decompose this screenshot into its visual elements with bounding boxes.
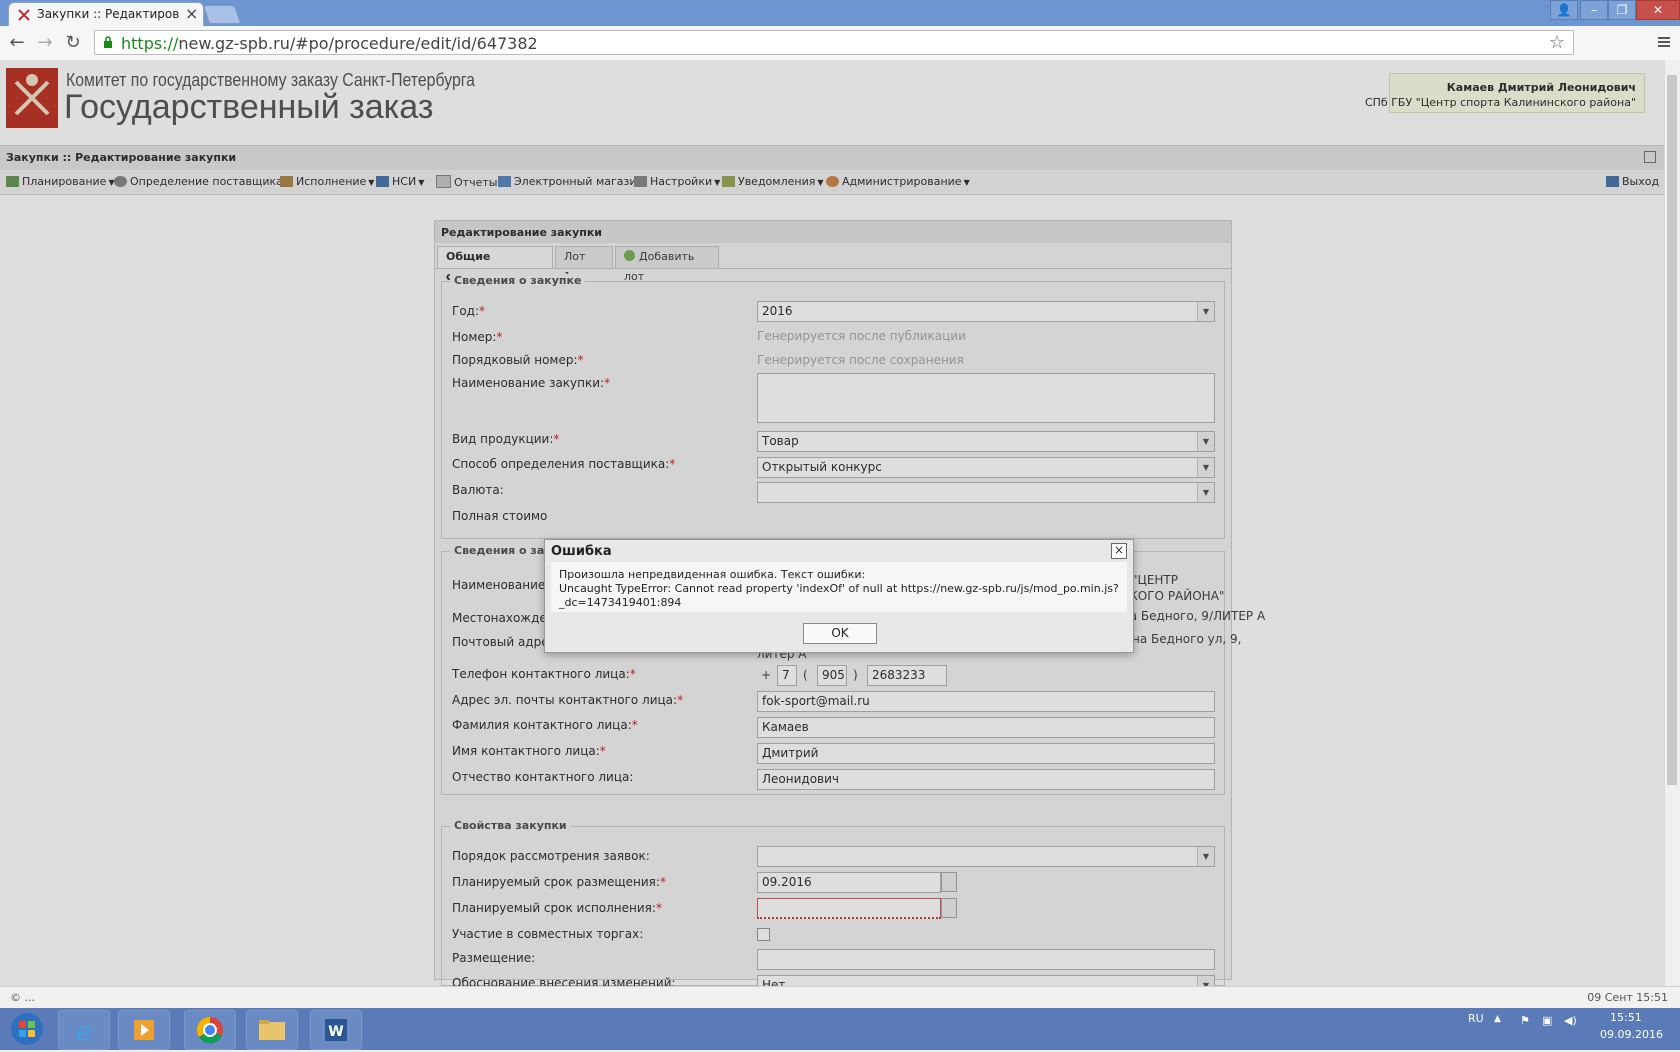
network-icon[interactable]: ▣ [1542,1014,1552,1027]
url-scheme: https:// [121,34,179,53]
browser-tab[interactable]: Закупки :: Редактирован × [8,2,204,26]
bookmark-star-icon[interactable]: ☆ [1549,32,1565,53]
explorer-taskbar-button[interactable] [246,1010,298,1050]
error-dialog: Ошибка × Произошла непредвиденная ошибка… [544,539,1134,653]
web-page: Комитет по государственному заказу Санкт… [0,60,1664,986]
close-window-button[interactable]: ✕ [1636,0,1680,20]
error-line-1: Произошла непредвиденная ошибка. Текст о… [559,568,866,581]
forward-arrow-icon[interactable]: → [34,32,56,54]
word-taskbar-button[interactable]: W [310,1010,362,1050]
page-favicon-icon [18,9,30,21]
clock-time[interactable]: 15:51 [1610,1011,1642,1024]
tab-close-icon[interactable]: × [185,4,198,23]
address-bar[interactable]: https://new.gz-spb.ru/#po/procedure/edit… [94,30,1574,55]
browser-menu-icon[interactable] [1656,34,1672,50]
media-player-taskbar-button[interactable] [118,1010,170,1050]
close-icon[interactable]: × [1111,543,1127,559]
status-datetime: 09 Сент 15:51 [1587,991,1668,1004]
modal-overlay [0,60,1664,986]
back-arrow-icon[interactable]: ← [6,32,28,54]
minimize-button[interactable]: – [1580,0,1608,20]
windows-taskbar: e W RU ▲ ⚑ ▣ ◀) 15:51 09.09.2016 [0,1008,1680,1050]
dialog-body: Произошла непредвиденная ошибка. Текст о… [551,562,1127,612]
restore-button[interactable]: ❐ [1608,0,1636,20]
error-line-3: _dc=1473419401:894 [559,596,682,609]
chrome-taskbar-button[interactable] [184,1010,236,1050]
windows-start-icon[interactable] [4,1008,50,1050]
error-line-2: Uncaught TypeError: Cannot read property… [559,582,1119,595]
volume-icon[interactable]: ◀) [1564,1014,1577,1027]
url-text: https://new.gz-spb.ru/#po/procedure/edit… [121,34,538,53]
browser-titlebar: Закупки :: Редактирован × 👤 – ❐ ✕ [0,0,1680,26]
reload-icon[interactable]: ↻ [62,32,84,54]
clock-date[interactable]: 09.09.2016 [1600,1028,1663,1041]
ok-button[interactable]: OK [803,623,877,644]
lock-icon [104,36,112,48]
system-tray: RU ▲ ⚑ ▣ ◀) 15:51 09.09.2016 [1450,1008,1680,1050]
new-tab-button[interactable] [202,5,242,24]
svg-text:W: W [328,1024,343,1040]
status-left: © ... [10,991,35,1004]
dialog-title: Ошибка [551,544,612,559]
ie-taskbar-button[interactable]: e [58,1010,110,1050]
svg-text:e: e [76,1017,91,1047]
language-indicator[interactable]: RU [1468,1012,1484,1025]
tab-title: Закупки :: Редактирован [37,7,179,21]
url-rest: new.gz-spb.ru/#po/procedure/edit/id/6473… [178,34,538,53]
app-status-bar: © ... 09 Сент 15:51 [0,986,1680,1009]
scrollbar-thumb[interactable] [1667,75,1677,785]
user-profile-button[interactable]: 👤 [1550,0,1578,20]
tray-expand-icon[interactable]: ▲ [1494,1014,1501,1024]
flag-icon[interactable]: ⚑ [1520,1014,1530,1027]
error-message: Произошла непредвиденная ошибка. Текст о… [559,568,1127,610]
browser-toolbar: ← → ↻ https://new.gz-spb.ru/#po/procedur… [0,26,1680,61]
